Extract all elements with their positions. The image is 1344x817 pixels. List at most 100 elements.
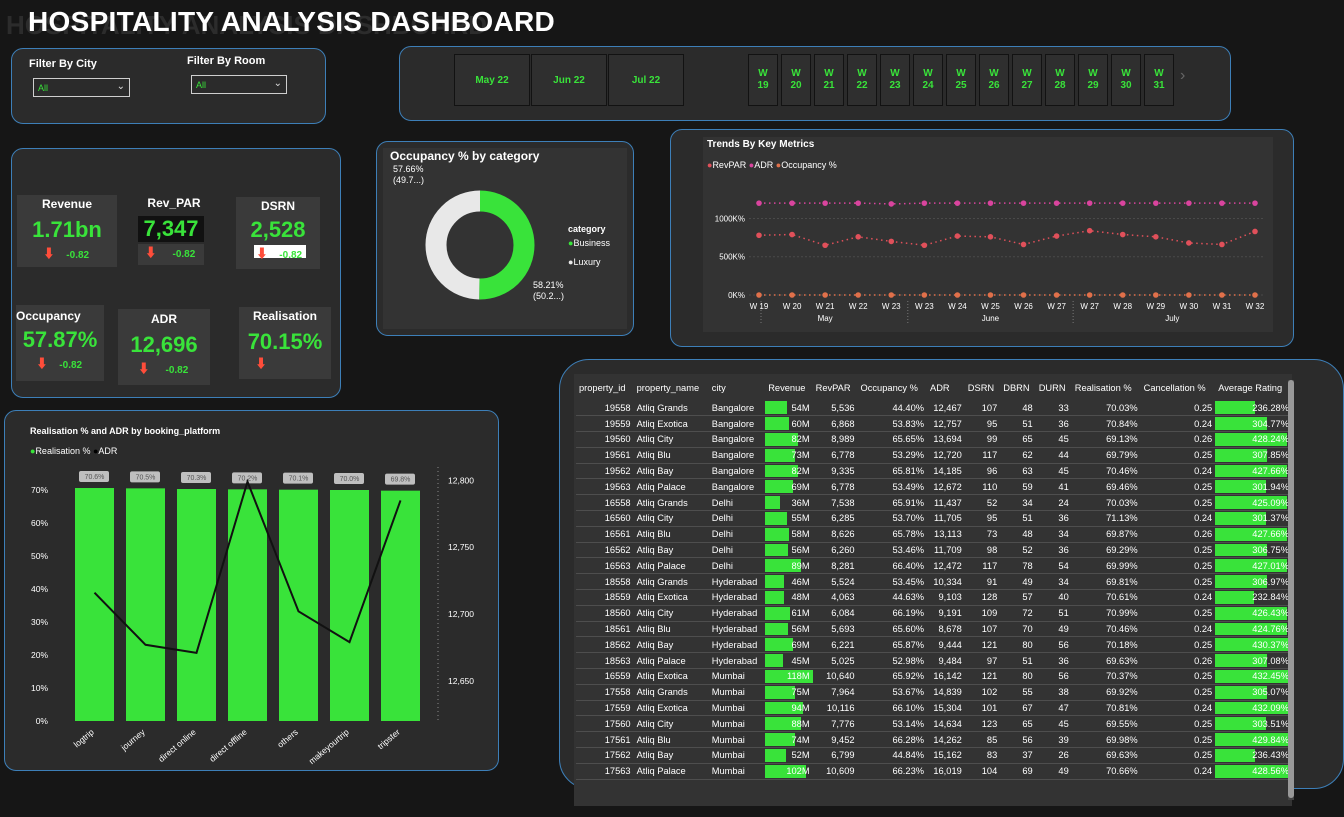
x-tick-label: W 30 (1180, 302, 1199, 311)
month-button[interactable]: May 22 (454, 54, 530, 106)
table-row[interactable]: 19562 Atliq Bay Bangalore 82M 9,335 65.81% 14,… (576, 463, 1292, 480)
column-header[interactable]: Occupancy % (858, 376, 927, 400)
table-cell-realisation: 70.46% (1071, 621, 1141, 638)
cell-text: 48M (791, 592, 810, 603)
kpi-revenue-delta: -0.82 (66, 250, 90, 261)
table-cell-revenue: 102M (765, 763, 813, 780)
column-header[interactable]: Revenue (765, 376, 812, 400)
scrollbar[interactable] (1288, 380, 1294, 800)
category-label: direct offline (207, 727, 249, 764)
data-point (888, 238, 895, 245)
column-header[interactable]: ADR (927, 376, 965, 400)
column-header[interactable]: DSRN (965, 376, 1000, 400)
week-button[interactable]: W 31 (1144, 54, 1174, 106)
data-point (789, 231, 795, 238)
table-cell-property-name: Atliq Bay (633, 747, 709, 764)
week-button[interactable]: W 24 (913, 54, 943, 106)
table-row[interactable]: 16560 Atliq City Delhi 55M 6,285 53.70% 11,705… (576, 510, 1292, 527)
donut-slice-luxury (425, 190, 481, 300)
column-header[interactable]: property_id (576, 376, 634, 400)
table-cell-occupancy: 66.28% (857, 731, 928, 749)
scrollbar-thumb[interactable] (1288, 380, 1294, 798)
week-number: 31 (1153, 80, 1165, 91)
data-point (756, 200, 762, 206)
table-row[interactable]: 17563 Atliq Palace Mumbai 102M 10,609 66.23% 1… (576, 763, 1292, 780)
table-row[interactable]: 17562 Atliq Bay Mumbai 52M 6,799 44.84% 15,162… (576, 747, 1292, 764)
cell-text: 94M (791, 703, 810, 714)
month-button[interactable]: Jun 22 (531, 54, 607, 106)
week-button[interactable]: W 21 (814, 54, 844, 106)
column-header[interactable]: Cancellation % (1141, 376, 1216, 400)
table-row[interactable]: 18559 Atliq Exotica Hyderabad 48M 4,063 44.63… (576, 589, 1292, 606)
table-row[interactable]: 18558 Atliq Grands Hyderabad 46M 5,524 53.45%… (576, 573, 1292, 591)
week-button[interactable]: W 23 (880, 54, 910, 106)
table-row[interactable]: 16561 Atliq Blu Delhi 58M 8,626 65.78% 13,113 7… (576, 526, 1292, 543)
cell-text: 427.66% (1252, 529, 1289, 540)
table-row[interactable]: 18561 Atliq Blu Hyderabad 56M 5,693 65.60% 8,6… (576, 621, 1292, 638)
legend-revpar[interactable]: RevPAR (712, 160, 746, 170)
week-button[interactable]: W 25 (946, 54, 976, 106)
city-filter-select[interactable]: All ⌄ (33, 78, 130, 97)
table-scroll[interactable]: property_id property_name city Revenue RevPA… (576, 376, 1292, 786)
data-point (1186, 292, 1192, 298)
legend-luxury-label: Luxury (573, 257, 601, 267)
week-button[interactable]: W 19 (748, 54, 778, 106)
week-button[interactable]: W 22 (847, 54, 877, 106)
chevron-right-icon[interactable]: › (1180, 67, 1185, 85)
legend-occupancy[interactable]: Occupancy % (781, 160, 837, 170)
column-header[interactable]: Average Rating (1215, 376, 1292, 400)
table-row[interactable]: 17561 Atliq Blu Mumbai 74M 9,452 66.28% 14,262… (576, 731, 1292, 749)
room-filter-select[interactable]: All ⌄ (191, 75, 287, 94)
table-row[interactable]: 19563 Atliq Palace Bangalore 69M 6,778 53.49%… (576, 478, 1292, 496)
week-button[interactable]: W 30 (1111, 54, 1141, 106)
table-row[interactable]: 18563 Atliq Palace Hyderabad 45M 5,025 52.98%… (576, 652, 1292, 670)
table-row[interactable]: 16559 Atliq Exotica Mumbai 118M 10,640 65.92%… (576, 668, 1292, 685)
table-cell-average-rating: 427.66% (1215, 526, 1292, 543)
table-row[interactable]: 19561 Atliq Blu Bangalore 73M 6,778 53.29% 12,… (576, 447, 1292, 464)
column-header[interactable]: property_name (634, 376, 709, 400)
data-point (954, 292, 961, 298)
table-cell-occupancy: 65.91% (857, 494, 928, 512)
week-button[interactable]: W 26 (979, 54, 1009, 106)
legend-business[interactable]: ●Business (568, 238, 610, 248)
table-row[interactable]: 17560 Atliq City Mumbai 88M 7,776 53.14% 14,63… (576, 715, 1292, 733)
column-header[interactable]: RevPAR (813, 376, 858, 400)
column-header[interactable]: DBRN (1000, 376, 1035, 400)
table-row[interactable]: 16558 Atliq Grands Delhi 36M 7,538 65.91% 11,4… (576, 494, 1292, 512)
cell-text: 432.09% (1252, 703, 1289, 714)
bar (381, 490, 420, 721)
table-row[interactable]: 19560 Atliq City Bangalore 82M 8,989 65.65% 13… (576, 431, 1292, 448)
legend-luxury[interactable]: ●Luxury (568, 257, 600, 267)
table-cell-adr: 11,709 (927, 542, 965, 559)
column-header[interactable]: DURN (1036, 376, 1072, 400)
table-row[interactable]: 16562 Atliq Bay Delhi 56M 6,260 53.46% 11,709 9… (576, 542, 1292, 559)
week-button[interactable]: W 29 (1078, 54, 1108, 106)
table-row[interactable]: 18560 Atliq City Hyderabad 61M 6,084 66.19% 9,… (576, 605, 1292, 622)
month-button[interactable]: Jul 22 (608, 54, 684, 106)
table-cell-property-id: 18561 (576, 621, 634, 638)
column-header[interactable]: city (709, 376, 765, 400)
table-row[interactable]: 19559 Atliq Exotica Bangalore 60M 6,868 53.83… (576, 415, 1292, 433)
table-cell-property-name: Atliq Bay (633, 636, 709, 654)
column-header[interactable]: Realisation % (1072, 376, 1141, 400)
legend-adr[interactable]: ADR (754, 160, 773, 170)
table-row[interactable]: 17558 Atliq Grands Mumbai 75M 7,964 53.67% 14,… (576, 684, 1292, 701)
table-row[interactable]: 16563 Atliq Palace Delhi 89M 8,281 66.40% 12,4… (576, 557, 1292, 575)
data-point (1086, 200, 1093, 206)
week-button[interactable]: W 27 (1012, 54, 1042, 106)
donut-title: Occupancy % by category (390, 149, 540, 163)
week-button[interactable]: W 28 (1045, 54, 1075, 106)
cell-text: 236.28% (1252, 402, 1289, 413)
table-cell-revpar: 5,025 (812, 652, 858, 670)
table-row[interactable]: 19558 Atliq Grands Bangalore 54M 5,536 44.40%… (576, 400, 1292, 417)
week-button[interactable]: W 20 (781, 54, 811, 106)
table-row[interactable]: 17559 Atliq Exotica Mumbai 94M 10,116 66.10% 1… (576, 700, 1292, 717)
table-cell-dbrn: 34 (1000, 494, 1036, 512)
table-row[interactable]: 18562 Atliq Bay Hyderabad 69M 6,221 65.87% 9,4… (576, 636, 1292, 654)
table-cell-revpar: 4,063 (812, 589, 858, 606)
table-cell-cancellation: 0.25 (1140, 478, 1216, 496)
x-tick-label: W 32 (1246, 302, 1265, 311)
table-cell-property-name: Atliq Grands (633, 573, 709, 591)
table-cell-realisation: 70.46% (1071, 463, 1141, 480)
week-number: 23 (889, 80, 901, 91)
